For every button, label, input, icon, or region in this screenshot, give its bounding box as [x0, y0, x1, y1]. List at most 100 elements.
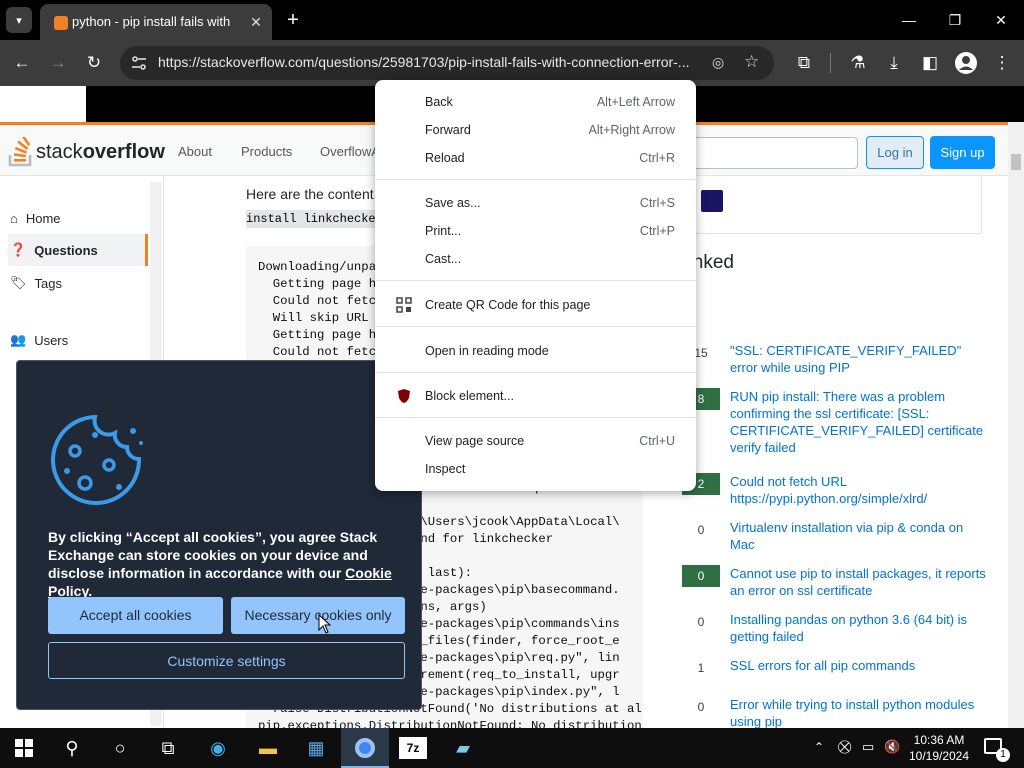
tray-chevron-icon[interactable]: ⌃: [814, 740, 824, 754]
question-text: Here are the content: [246, 186, 374, 202]
so-logo[interactable]: stack overflow: [8, 137, 165, 167]
sidebar-item-home[interactable]: ⌂ Home: [8, 202, 148, 234]
context-menu-item[interactable]: Inspect: [375, 455, 696, 483]
linked-item[interactable]: 2 Could not fetch URL https://pypi.python…: [682, 473, 1008, 507]
linked-question-link[interactable]: Could not fetch URL https://pypi.python.…: [730, 473, 990, 507]
linked-question-link[interactable]: Error while trying to install python mod…: [730, 696, 990, 728]
so-logo-icon: [8, 137, 32, 167]
clock-time[interactable]: 10:36 AM: [906, 733, 972, 747]
linked-item[interactable]: 8 RUN pip install: There was a problem co…: [682, 388, 1008, 456]
context-menu-item[interactable]: Create QR Code for this page: [375, 291, 696, 319]
linked-item[interactable]: 0 Installing pandas on python 3.6 (64 bit…: [682, 611, 1008, 645]
search-input[interactable]: [672, 137, 858, 169]
menu-separator: [375, 372, 696, 373]
volume-muted-icon[interactable]: 🔇: [884, 739, 900, 755]
sidebar-item-questions[interactable]: ❓ Questions: [8, 234, 148, 266]
sidebar-item-users[interactable]: 👥 Users: [8, 324, 148, 356]
linked-item[interactable]: 0 Error while trying to install python mo…: [682, 696, 1008, 728]
linked-question-link[interactable]: "SSL: CERTIFICATE_VERIFY_FAILED" error w…: [730, 342, 990, 376]
menu-item-label: View page source: [425, 434, 525, 448]
sidebar-item-tags[interactable]: 🏷 Tags: [8, 267, 148, 299]
linked-question-link[interactable]: RUN pip install: There was a problem con…: [730, 388, 990, 456]
menu-item-label: Forward: [425, 123, 471, 137]
login-button[interactable]: Log in: [866, 136, 924, 169]
linked-item[interactable]: 0 Cannot use pip to install packages, it …: [682, 565, 1008, 599]
ublock-shield-icon: [396, 388, 412, 404]
browser-tab[interactable]: python - pip install fails with "c ✕: [40, 4, 272, 40]
back-arrow-icon[interactable]: ←: [10, 51, 34, 75]
windows-taskbar: ⚲ ○ ⧉ ◉ ▬ ▦ 7z ▰ ⌃ ⛒ ▭ 🔇 10:36 AM 10/19/…: [0, 728, 1024, 768]
accept-all-cookies-button[interactable]: Accept all cookies: [48, 597, 223, 634]
menu-item-label: Back: [425, 95, 453, 109]
menu-item-shortcut: Ctrl+R: [639, 151, 675, 165]
tab-close-icon[interactable]: ✕: [246, 12, 266, 32]
extensions-icon[interactable]: ⧉: [792, 51, 816, 75]
forward-arrow-icon[interactable]: →: [46, 51, 70, 75]
restore-icon[interactable]: ❐: [940, 8, 970, 32]
notepad-icon[interactable]: ▰: [448, 734, 478, 762]
context-menu-item[interactable]: Print... Ctrl+P: [375, 217, 696, 245]
file-explorer-icon[interactable]: ▬: [253, 734, 283, 762]
qr-code-icon: [396, 297, 412, 313]
tab-search-chevron-icon[interactable]: ▾: [6, 7, 32, 33]
context-menu-item[interactable]: Reload Ctrl+R: [375, 144, 696, 172]
menu-item-shortcut: Alt+Right Arrow: [588, 123, 676, 137]
tag-icon: 🏷: [10, 275, 27, 290]
linked-question-link[interactable]: Cannot use pip to install packages, it r…: [730, 565, 990, 599]
site-info-icon[interactable]: [130, 54, 148, 72]
linked-question-link[interactable]: Installing pandas on python 3.6 (64 bit)…: [730, 611, 990, 645]
context-menu-item[interactable]: Cast...: [375, 245, 696, 273]
eye-off-icon[interactable]: ◎: [712, 54, 732, 72]
scrollbar-thumb[interactable]: [1011, 154, 1021, 170]
edge-icon[interactable]: ◉: [203, 734, 233, 762]
user-avatar[interactable]: [701, 190, 723, 212]
nav-about[interactable]: About: [178, 144, 212, 159]
side-panel-icon[interactable]: ◧: [918, 51, 942, 75]
context-menu-item[interactable]: Open in reading mode: [375, 337, 696, 365]
url-text: https://stackoverflow.com/questions/2598…: [158, 54, 690, 70]
linked-item[interactable]: 0 Virtualenv installation via pip & conda…: [682, 519, 1008, 553]
questions-icon: ❓: [10, 242, 27, 257]
context-menu-item[interactable]: Forward Alt+Right Arrow: [375, 116, 696, 144]
clock-date[interactable]: 10/19/2024: [906, 749, 972, 763]
linked-item[interactable]: 1 SSL errors for all pip commands: [682, 657, 1008, 679]
network-icon[interactable]: ⛒: [838, 739, 851, 755]
windows-start-icon[interactable]: [9, 734, 39, 762]
linked-item[interactable]: 15 "SSL: CERTIFICATE_VERIFY_FAILED" error…: [682, 342, 1008, 376]
minimize-icon[interactable]: —: [894, 8, 924, 32]
address-bar[interactable]: https://stackoverflow.com/questions/2598…: [120, 46, 774, 80]
menu-item-shortcut: Ctrl+S: [639, 196, 675, 210]
display-icon[interactable]: ▭: [862, 739, 874, 755]
window-close-icon[interactable]: ✕: [986, 8, 1016, 32]
reload-icon[interactable]: ↻: [82, 51, 106, 75]
menu-separator: [375, 179, 696, 180]
search-icon[interactable]: ⚲: [57, 734, 87, 762]
linked-question-link[interactable]: SSL errors for all pip commands: [730, 657, 990, 679]
kebab-menu-icon[interactable]: ⋮: [990, 51, 1014, 75]
context-menu-item[interactable]: View page source Ctrl+U: [375, 427, 696, 455]
7zip-icon[interactable]: 7z: [399, 737, 427, 759]
customize-settings-button[interactable]: Customize settings: [48, 642, 405, 679]
context-menu-item[interactable]: Save as... Ctrl+S: [375, 189, 696, 217]
profile-avatar-icon[interactable]: [955, 52, 977, 74]
bookmark-star-icon[interactable]: ☆: [744, 52, 764, 72]
nav-products[interactable]: Products: [241, 144, 292, 159]
download-icon[interactable]: ⤓: [882, 51, 906, 75]
chrome-taskbar-button[interactable]: [341, 728, 389, 768]
page-scrollbar[interactable]: [1008, 122, 1024, 728]
cookie-text: By clicking “Accept all cookies”, you ag…: [48, 528, 408, 600]
vote-count-badge: 0: [697, 615, 705, 629]
labs-flask-icon[interactable]: ⚗: [846, 51, 870, 75]
task-view-icon[interactable]: ⧉: [153, 734, 183, 762]
vote-count-badge: 0: [697, 700, 705, 714]
linked-question-link[interactable]: Virtualenv installation via pip & conda …: [730, 519, 990, 553]
signup-button[interactable]: Sign up: [930, 136, 995, 169]
context-menu-item[interactable]: Back Alt+Left Arrow: [375, 88, 696, 116]
menu-item-label: Print...: [425, 224, 462, 238]
new-tab-button[interactable]: +: [282, 8, 304, 32]
store-icon[interactable]: ▦: [301, 734, 331, 762]
menu-separator: [375, 280, 696, 281]
context-menu-item[interactable]: Block element...: [375, 382, 696, 410]
menu-item-label: Inspect: [425, 462, 466, 476]
cortana-icon[interactable]: ○: [105, 734, 135, 762]
